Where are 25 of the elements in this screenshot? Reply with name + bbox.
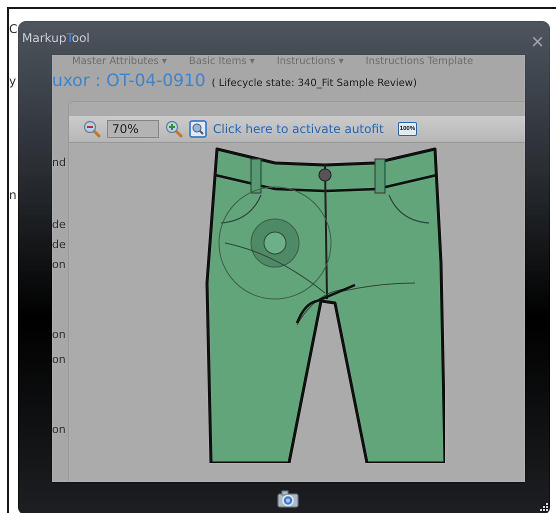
text-fragment: on bbox=[52, 352, 67, 368]
text-fragment: nd bbox=[52, 155, 67, 171]
text-fragment: y bbox=[9, 73, 18, 89]
text-fragment: on bbox=[52, 327, 67, 343]
item-title: uxor : OT-04-0910 bbox=[52, 71, 206, 91]
text-fragment: n bbox=[9, 187, 18, 203]
window-title: MarkupTool bbox=[22, 31, 90, 45]
zoom-in-icon[interactable] bbox=[165, 120, 183, 138]
zoom-out-icon[interactable] bbox=[83, 120, 101, 138]
nav-tab[interactable]: Instructions ▾ bbox=[276, 55, 344, 69]
fit-icon[interactable] bbox=[189, 120, 207, 138]
autofit-link[interactable]: Click here to activate autofit bbox=[213, 122, 384, 136]
nav-tab[interactable]: Instructions Template bbox=[366, 55, 474, 69]
text-fragment: de bbox=[52, 237, 67, 253]
close-button[interactable]: × bbox=[529, 31, 546, 53]
text-fragment: on bbox=[52, 257, 67, 273]
text-fragment: on bbox=[52, 422, 67, 438]
nav-tab[interactable]: Master Attributes ▾ bbox=[72, 55, 167, 69]
camera-icon[interactable] bbox=[277, 490, 299, 508]
lifecycle-state: ( Lifecycle state: 340_Fit Sample Review) bbox=[212, 78, 417, 89]
text-fragment: de bbox=[52, 217, 67, 233]
nav-tab[interactable]: Basic Items ▾ bbox=[188, 55, 255, 69]
text-fragment: C bbox=[9, 21, 18, 37]
zoom-field[interactable]: 70% bbox=[107, 120, 159, 138]
resize-grip-icon[interactable] bbox=[538, 503, 548, 513]
